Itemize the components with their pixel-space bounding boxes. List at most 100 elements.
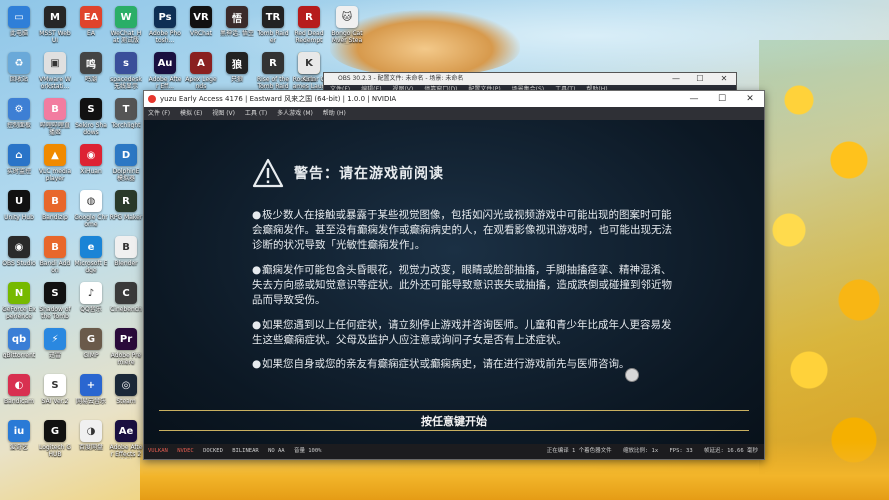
minimize-icon[interactable]: — <box>664 73 688 85</box>
desktop-icon[interactable]: s spacedesk 无线显示 <box>109 50 143 100</box>
desktop-icon[interactable]: T Torchlight <box>109 96 143 146</box>
desktop-icon[interactable]: B 哔哩哔哩直播姬 <box>38 96 72 146</box>
menu-emulation[interactable]: 模拟 (E) <box>180 110 202 117</box>
yuzu-window[interactable]: yuzu Early Access 4176 | Eastward 风来之国 (… <box>143 90 765 460</box>
app-icon: s <box>115 52 137 74</box>
desktop-icon[interactable]: ⌂ 实时监控 <box>2 142 36 192</box>
desktop-icon[interactable]: ▣ VMware Workstati... <box>38 50 72 100</box>
maximize-icon[interactable]: ☐ <box>688 73 712 85</box>
bullet: ● <box>252 209 262 221</box>
warning-icon <box>252 158 284 188</box>
wallpaper-flowers <box>759 40 889 500</box>
desktop-icon[interactable]: 悟黑神话: 悟空 <box>220 4 254 54</box>
status-aa[interactable]: NO AA <box>268 448 285 454</box>
desktop-icon-label: Steam <box>116 398 136 405</box>
app-icon: ♪ <box>80 282 102 304</box>
desktop-icon[interactable]: TR Tomb Raider <box>256 4 290 54</box>
desktop-icon[interactable]: ◎ Steam <box>109 372 143 422</box>
desktop-icon[interactable]: M MSST WebUI <box>38 4 72 54</box>
desktop-icon[interactable]: e Microsoft Edge <box>74 234 108 284</box>
maximize-icon[interactable]: ☐ <box>708 91 736 107</box>
desktop-icon-label: GIMP <box>83 352 99 359</box>
desktop-icon-label: WeChat_Hat 测试版 <box>110 30 142 44</box>
minimize-icon[interactable]: — <box>680 91 708 107</box>
desktop-icon-label: VRChat <box>190 30 212 37</box>
obs-title: OBS 30.2.3 - 配置文件: 未命名 - 场景: 未命名 <box>338 75 464 82</box>
desktop-icon[interactable]: ◉ XiHuan <box>74 142 108 192</box>
desktop-icon[interactable]: EA EA <box>74 4 108 54</box>
close-icon[interactable]: ✕ <box>736 91 764 107</box>
app-icon: G <box>80 328 102 350</box>
menu-tools[interactable]: 工具 (T) <box>245 110 267 117</box>
app-icon: 悟 <box>226 6 248 28</box>
yuzu-menu-bar: 文件 (F) 模拟 (E) 视图 (V) 工具 (T) 多人游戏 (M) 帮助 … <box>144 107 764 120</box>
desktop-icon-label: Adobe Premiere <box>110 352 142 366</box>
desktop-icon-label: 实时监控 <box>6 168 31 175</box>
desktop-icon[interactable]: ⚙ 控制面板 <box>2 96 36 146</box>
desktop-icon[interactable]: S Shadow of the Tomb <box>38 280 72 330</box>
desktop-icon[interactable]: D DolphinE 模拟器 <box>109 142 143 192</box>
desktop-icon-label: EA <box>87 30 95 37</box>
desktop-icon[interactable]: iu 爱奇艺 <box>2 418 36 468</box>
desktop-icon[interactable]: ◍ Google Chrome <box>74 188 108 238</box>
desktop-icon-label: GeForce Experience <box>2 306 36 320</box>
desktop-icon[interactable]: R RPG Maker <box>109 188 143 238</box>
desktop-icon[interactable]: ◉ OBS Studio <box>2 234 36 284</box>
desktop-icon[interactable]: ▭ 此电脑 <box>2 4 36 54</box>
desktop-icon[interactable]: ⚡ 迅雷 <box>38 326 72 376</box>
desktop-icon[interactable]: Ps Adobe Photosh... <box>148 4 182 54</box>
menu-file[interactable]: 文件 (F) <box>148 110 170 117</box>
desktop-icon[interactable]: S Sekiro Shadows <box>74 96 108 146</box>
app-icon: R <box>298 6 320 28</box>
status-volume[interactable]: 音量 100% <box>294 448 322 454</box>
app-icon: e <box>80 236 102 258</box>
desktop-icon[interactable]: ♪ QQ音乐 <box>74 280 108 330</box>
obs-window-controls: — ☐ ✕ <box>664 73 736 85</box>
desktop-icon[interactable]: ◐ Bandicam <box>2 372 36 422</box>
app-icon: 狼 <box>226 52 248 74</box>
desktop-icon[interactable]: ◑ 百度网盘 <box>74 418 108 468</box>
app-icon: D <box>115 144 137 166</box>
desktop-icon[interactable]: W WeChat_Hat 测试版 <box>109 4 143 54</box>
desktop-icon[interactable]: Ae Adobe After Effects 2024 <box>109 418 143 468</box>
desktop-icon[interactable]: B Bandi Addon <box>38 234 72 284</box>
status-vulkan[interactable]: VULKAN <box>148 448 168 454</box>
desktop-icon[interactable]: Pr Adobe Premiere <box>109 326 143 376</box>
desktop-icon[interactable]: G Logitech G HUB <box>38 418 72 468</box>
status-nvdec[interactable]: NVDEC <box>177 448 194 454</box>
desktop-icon[interactable]: ▲ VLC media player <box>38 142 72 192</box>
desktop-icon[interactable]: S SAI Ver.2 <box>38 372 72 422</box>
desktop-icon[interactable]: N GeForce Experience <box>2 280 36 330</box>
obs-title-bar[interactable]: OBS 30.2.3 - 配置文件: 未命名 - 场景: 未命名 — ☐ ✕ <box>324 73 736 85</box>
app-icon: ◐ <box>8 374 30 396</box>
desktop-icon[interactable]: U Unity Hub <box>2 188 36 238</box>
status-filter[interactable]: BILINEAR <box>232 448 259 454</box>
menu-multiplayer[interactable]: 多人游戏 (M) <box>277 110 313 117</box>
yuzu-status-bar: VULKAN NVDEC DOCKED BILINEAR NO AA 音量 10… <box>144 444 764 459</box>
desktop-icon[interactable]: 鸣鸣潮 <box>74 50 108 100</box>
desktop-icon-label: Bandi Addon <box>39 260 71 274</box>
close-icon[interactable]: ✕ <box>712 73 736 85</box>
app-icon: EA <box>80 6 102 28</box>
press-any-key[interactable]: 按任意键开始 <box>144 413 764 429</box>
desktop-icon[interactable]: B Bandizip <box>38 188 72 238</box>
desktop-icon[interactable]: VR VRChat <box>184 4 218 54</box>
game-screen[interactable]: 警告：请在游戏前阅读 ●极少数人在接触或暴露于某些视觉图像，包括如闪光或视频游戏… <box>144 120 764 445</box>
status-docked[interactable]: DOCKED <box>203 448 223 454</box>
desktop-icon[interactable]: G GIMP <box>74 326 108 376</box>
desktop-icon-label: 此电脑 <box>9 30 28 37</box>
desktop-icon[interactable]: ♻ 回收站 <box>2 50 36 100</box>
desktop-icon[interactable]: R Red Dead Redempti... <box>292 4 326 54</box>
yuzu-title-bar[interactable]: yuzu Early Access 4176 | Eastward 风来之国 (… <box>144 91 764 107</box>
desktop-icon[interactable]: B Blender <box>109 234 143 284</box>
desktop-icon[interactable]: 🐱 Bongo Cat Mver Steam <box>330 4 364 54</box>
desktop-icon[interactable]: + 网易云音乐 <box>74 372 108 422</box>
menu-help[interactable]: 帮助 (H) <box>323 110 346 117</box>
desktop-icon[interactable]: C Cinebench <box>109 280 143 330</box>
app-icon: R <box>115 190 137 212</box>
desktop-icon[interactable]: qb qBittorrent <box>2 326 36 376</box>
app-icon: B <box>115 236 137 258</box>
app-icon: iu <box>8 420 30 442</box>
menu-view[interactable]: 视图 (V) <box>212 110 235 117</box>
desktop-icon-label: QQ音乐 <box>80 306 102 313</box>
